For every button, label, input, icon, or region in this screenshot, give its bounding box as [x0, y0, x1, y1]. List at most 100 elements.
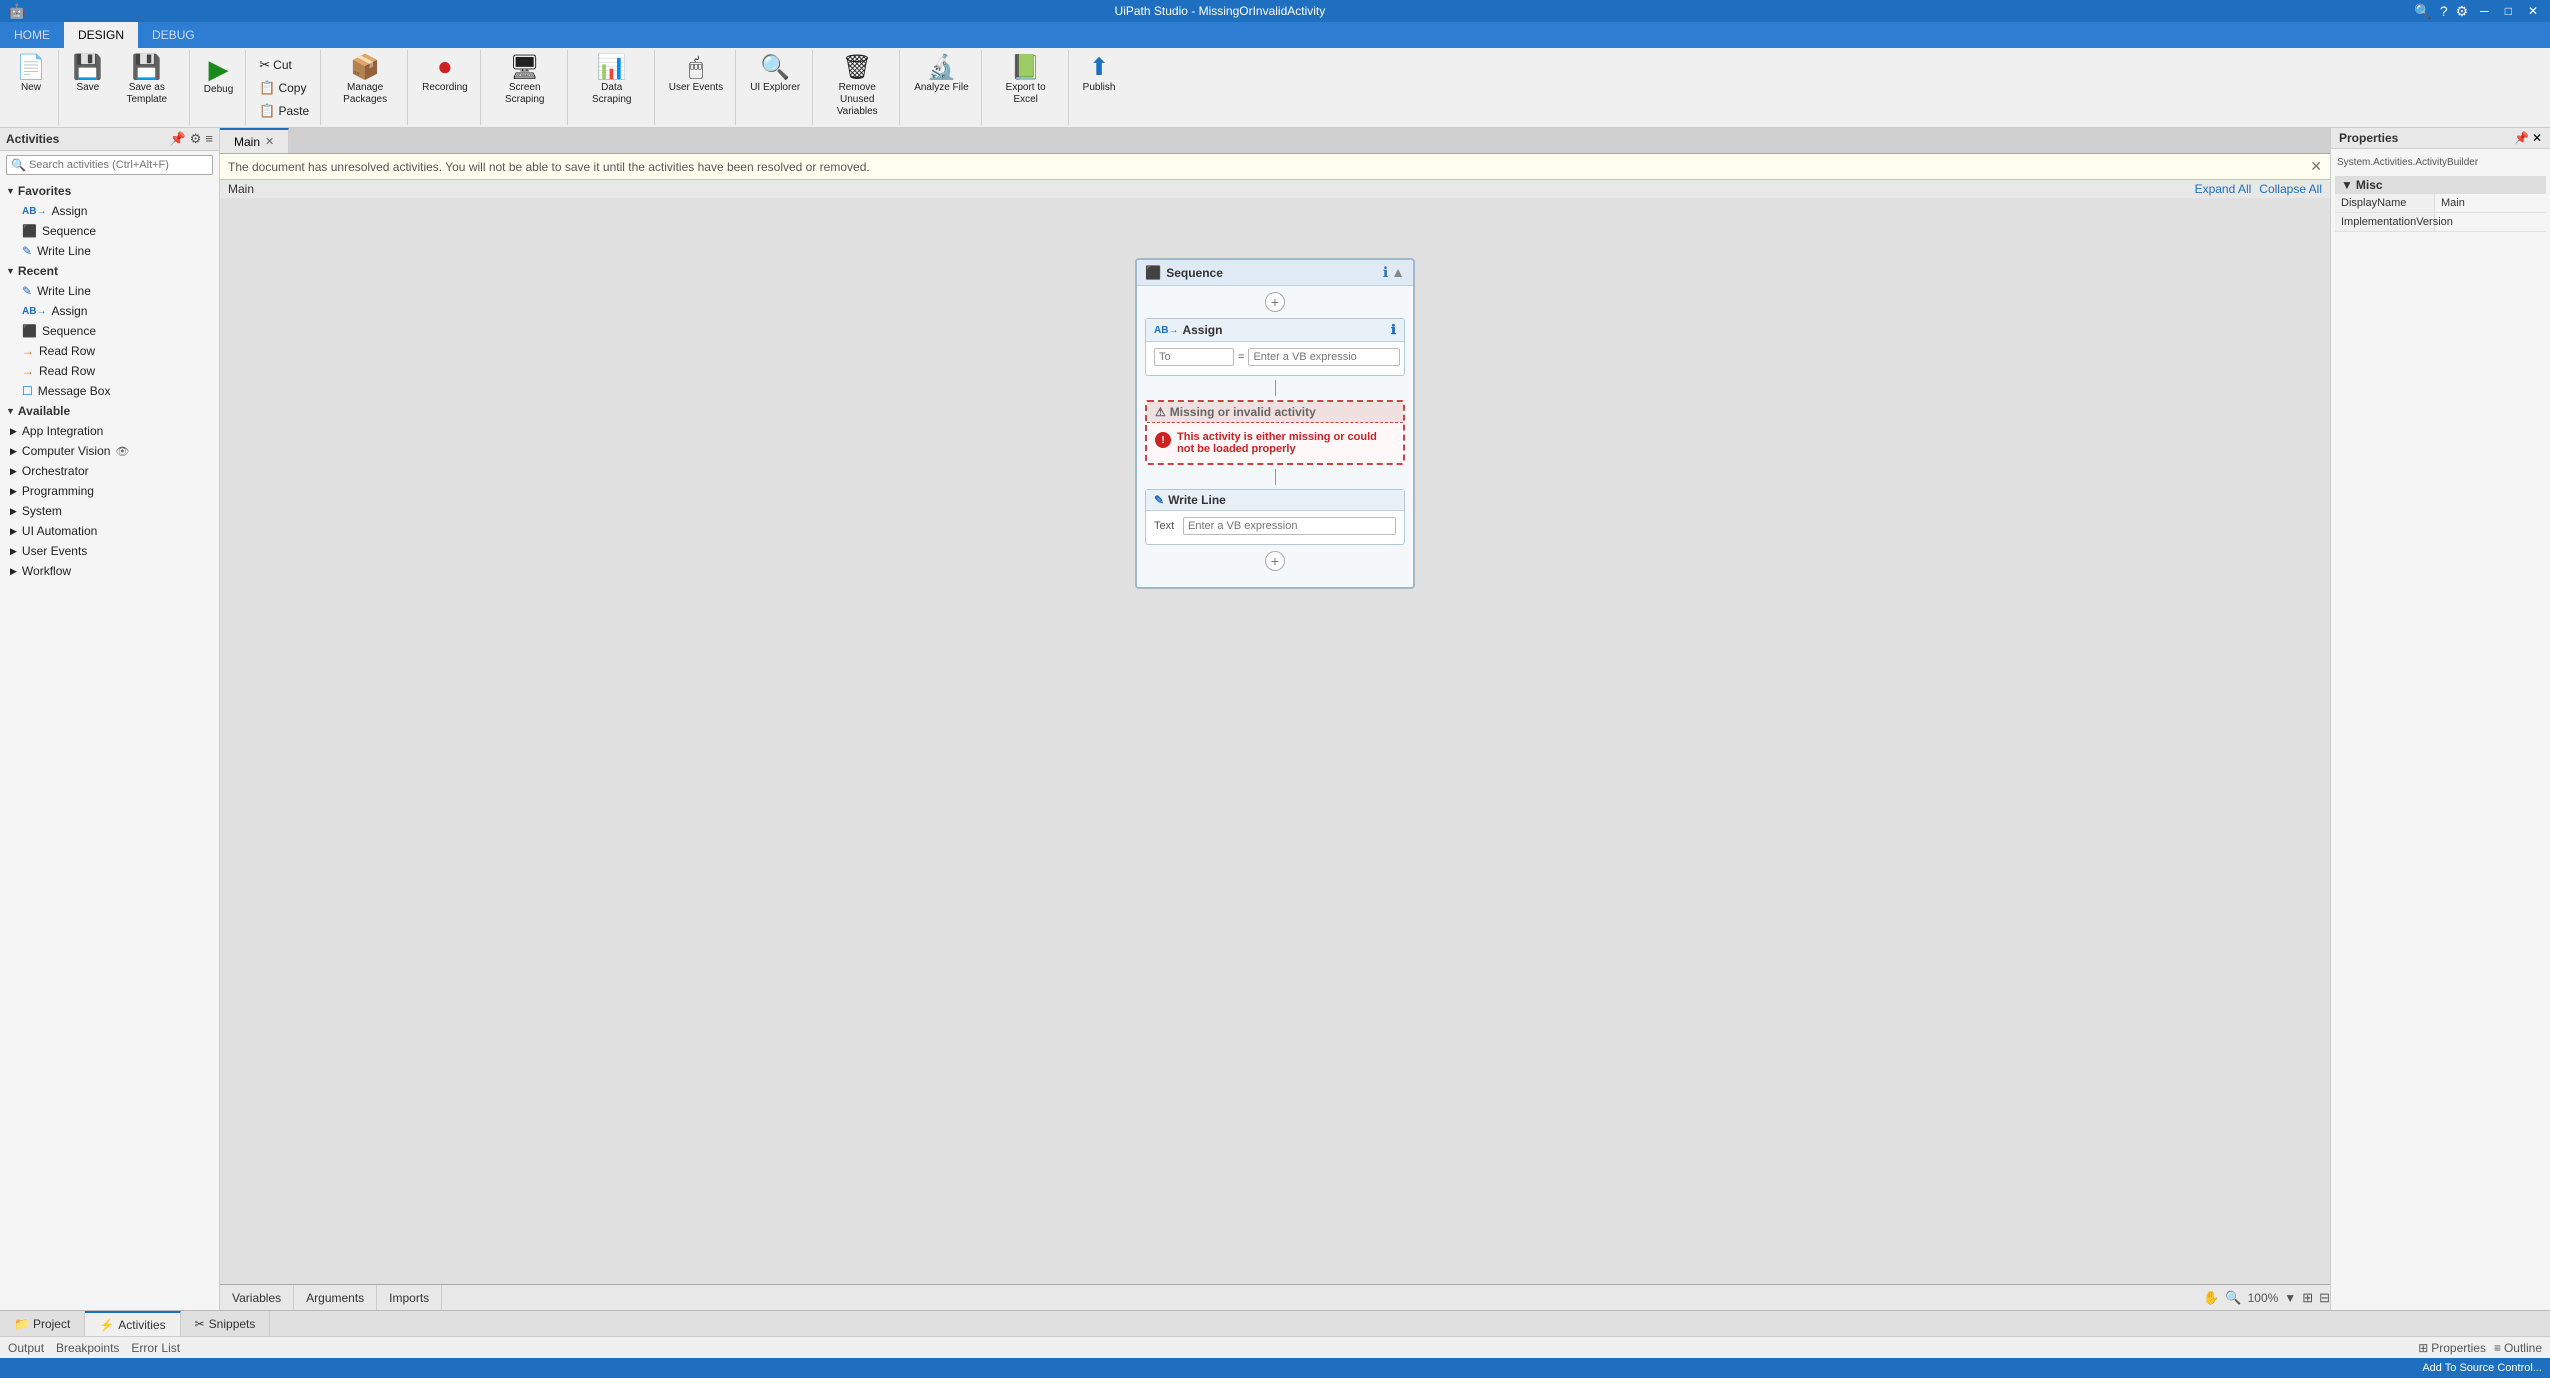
properties-misc-header[interactable]: ▼ Misc: [2335, 176, 2546, 194]
list-item[interactable]: ▶ Computer Vision 👁: [0, 441, 219, 461]
new-button[interactable]: 📄 New: [10, 52, 52, 120]
paste-button[interactable]: 📋 Paste: [254, 100, 314, 122]
filter-icon[interactable]: ≡: [205, 131, 213, 147]
list-item[interactable]: ⬛ Sequence: [0, 321, 219, 341]
publish-button[interactable]: ⬆ Publish: [1077, 52, 1122, 120]
warning-close-button[interactable]: ✕: [2310, 158, 2322, 175]
fit-icon[interactable]: 🔍: [2225, 1290, 2241, 1306]
tab-debug[interactable]: DEBUG: [138, 22, 209, 48]
export-icon: 📗: [1011, 56, 1041, 80]
minimize-button[interactable]: ─: [2476, 4, 2493, 18]
save-button[interactable]: 💾 Save: [67, 52, 109, 120]
list-item[interactable]: ▶ Programming: [0, 481, 219, 501]
data-scraping-button[interactable]: 📊 Data Scraping: [576, 52, 648, 120]
implementation-version-value[interactable]: [2435, 213, 2546, 231]
properties-header: Properties 📌 ✕: [2331, 128, 2550, 149]
bottom-panel: Variables Arguments Imports ✋ 🔍 100% ▼ ⊞…: [220, 1284, 2330, 1310]
tab-home[interactable]: HOME: [0, 22, 64, 48]
list-item[interactable]: ▶ System: [0, 501, 219, 521]
zoom-down-icon[interactable]: ▼: [2284, 1291, 2296, 1305]
tab-variables[interactable]: Variables: [220, 1285, 294, 1310]
list-item[interactable]: ▶ UI Automation: [0, 521, 219, 541]
fit-all-icon[interactable]: ⊞: [2302, 1290, 2313, 1306]
pin-icon[interactable]: 📌: [170, 131, 186, 147]
ui-explorer-button[interactable]: 🔍 UI Explorer: [744, 52, 806, 120]
tab-project[interactable]: 📁 Project: [0, 1311, 85, 1336]
hand-icon[interactable]: ✋: [2203, 1290, 2219, 1306]
sequence-info-icon[interactable]: ℹ: [1383, 264, 1388, 281]
display-name-value[interactable]: Main: [2435, 194, 2546, 212]
title-help-icon[interactable]: ?: [2440, 3, 2448, 19]
search-input[interactable]: [29, 159, 208, 171]
screen-scraping-button[interactable]: 🖥 Screen Scraping: [489, 52, 561, 120]
sequence-collapse-icon[interactable]: ▲: [1391, 264, 1405, 281]
properties-close-icon[interactable]: ✕: [2532, 131, 2542, 145]
remove-unused-variables-button[interactable]: 🗑 Remove Unused Variables: [821, 52, 893, 120]
export-to-excel-button[interactable]: 📗 Export to Excel: [990, 52, 1062, 120]
output-button[interactable]: Output: [8, 1341, 44, 1355]
copy-button[interactable]: 📋 Copy: [254, 77, 314, 99]
user-events-button[interactable]: 🖱 User Events: [663, 52, 729, 120]
expand-all-button[interactable]: Expand All: [2195, 182, 2252, 196]
cut-button[interactable]: ✂ Cut: [254, 54, 314, 76]
title-settings-icon[interactable]: ⚙: [2456, 3, 2469, 20]
properties-pin-icon[interactable]: 📌: [2514, 131, 2529, 145]
add-activity-bottom-button[interactable]: +: [1137, 551, 1413, 571]
tab-design[interactable]: DESIGN: [64, 22, 138, 48]
settings-icon[interactable]: ⚙: [190, 131, 202, 147]
list-item[interactable]: ▶ Orchestrator: [0, 461, 219, 481]
manage-packages-button[interactable]: 📦 Manage Packages: [329, 52, 401, 120]
category-favorites[interactable]: ▼ Favorites: [0, 181, 219, 201]
add-to-source-control-button[interactable]: Add To Source Control...: [2422, 1362, 2542, 1374]
category-available[interactable]: ▼ Available: [0, 401, 219, 421]
activity-label: Orchestrator: [22, 464, 89, 478]
debug-icon: ▶: [209, 56, 229, 82]
assign-info-icon[interactable]: ℹ: [1391, 322, 1396, 338]
tab-imports[interactable]: Imports: [377, 1285, 442, 1310]
category-recent[interactable]: ▼ Recent: [0, 261, 219, 281]
ui-explorer-icon: 🔍: [760, 56, 790, 80]
ribbon-group-ui-explorer: 🔍 UI Explorer: [738, 50, 813, 125]
list-item[interactable]: ▶ Workflow: [0, 561, 219, 581]
display-name-key: DisplayName: [2335, 194, 2435, 212]
maximize-button[interactable]: □: [2501, 4, 2516, 18]
canvas-tab-close-icon[interactable]: ✕: [265, 135, 274, 148]
list-item[interactable]: ⬛ Sequence: [0, 221, 219, 241]
outline-button[interactable]: ≡ Outline: [2494, 1341, 2542, 1355]
canvas-tab-main[interactable]: Main ✕: [220, 128, 289, 153]
canvas-scroll[interactable]: ⬛ Sequence ℹ ▲ +: [220, 198, 2330, 1284]
snippets-icon: ✂: [195, 1317, 205, 1331]
analyze-file-button[interactable]: 🔬 Analyze File: [908, 52, 974, 120]
write-line-icon: ✎: [22, 244, 32, 258]
write-text-input[interactable]: [1183, 517, 1396, 535]
error-circle-icon: !: [1155, 432, 1171, 448]
collapse-all-button[interactable]: Collapse All: [2259, 182, 2322, 196]
list-item[interactable]: ✎ Write Line: [0, 241, 219, 261]
list-item[interactable]: ☐ Message Box: [0, 381, 219, 401]
list-item[interactable]: AB→ Assign: [0, 301, 219, 321]
assign-to-input[interactable]: [1154, 348, 1234, 366]
list-item[interactable]: AB→ Assign: [0, 201, 219, 221]
assign-value-input[interactable]: [1248, 348, 1400, 366]
tab-snippets[interactable]: ✂ Snippets: [181, 1311, 271, 1336]
write-line-label: Write Line: [1168, 493, 1226, 507]
debug-button[interactable]: ▶ Debug: [198, 52, 239, 120]
breakpoints-button[interactable]: Breakpoints: [56, 1341, 119, 1355]
misc-collapse-icon: ▼: [2341, 178, 2353, 192]
list-item[interactable]: → Read Row: [0, 341, 219, 361]
title-search-icon[interactable]: 🔍: [2414, 3, 2431, 20]
properties-panel-button[interactable]: ⊞ Properties: [2418, 1341, 2486, 1355]
list-item[interactable]: ✎ Write Line: [0, 281, 219, 301]
close-button[interactable]: ✕: [2524, 4, 2542, 18]
add-activity-top-button[interactable]: +: [1137, 292, 1413, 312]
recording-button[interactable]: ⏺ Recording: [416, 52, 474, 120]
list-item[interactable]: ▶ User Events: [0, 541, 219, 561]
fit-selection-icon[interactable]: ⊟: [2319, 1290, 2330, 1306]
tab-arguments[interactable]: Arguments: [294, 1285, 377, 1310]
activity-label: Write Line: [37, 244, 91, 258]
save-as-template-button[interactable]: 💾 Save as Template: [111, 52, 183, 120]
error-list-button[interactable]: Error List: [131, 1341, 180, 1355]
list-item[interactable]: → Read Row: [0, 361, 219, 381]
list-item[interactable]: ▶ App Integration: [0, 421, 219, 441]
tab-activities[interactable]: ⚡ Activities: [85, 1311, 180, 1336]
